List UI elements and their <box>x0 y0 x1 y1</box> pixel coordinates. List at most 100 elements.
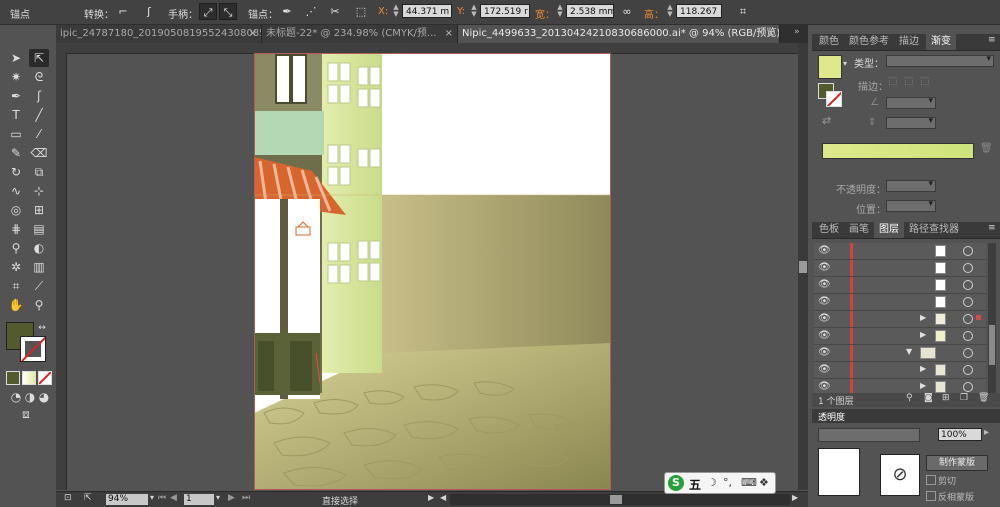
visibility-eye-icon[interactable]: 👁 <box>818 313 831 324</box>
perspective-grid-icon[interactable]: ⊞ <box>29 201 49 219</box>
line-tool-icon[interactable]: ╱ <box>29 106 49 124</box>
layer-row[interactable]: 👁 ▶ <box>814 328 986 345</box>
make-mask-button[interactable]: 制作蒙版 <box>926 455 988 471</box>
rectangle-tool-icon[interactable]: ▭ <box>6 125 26 143</box>
horizontal-scrollbar[interactable] <box>450 494 790 505</box>
width-field[interactable]: 2.538 mm <box>566 4 614 18</box>
canvas-vertical-scrollbar[interactable] <box>798 43 808 490</box>
target-icon[interactable] <box>963 331 973 341</box>
last-artboard-icon[interactable]: ⏭ <box>242 493 250 503</box>
x-stepper-icon[interactable]: ▲ ▼ <box>392 4 400 18</box>
tab-document-2[interactable]: 未标题-22* @ 234.98% (CMYK/预... × <box>262 25 458 43</box>
status-menu-icon[interactable]: ▶ <box>428 493 434 502</box>
hscroll-thumb[interactable] <box>610 495 622 504</box>
new-sublayer-icon[interactable]: ⊞ <box>942 393 950 403</box>
new-layer-icon[interactable]: ❐ <box>960 393 968 403</box>
layer-row[interactable]: 👁 ▶ <box>814 311 986 328</box>
transform-icon[interactable]: ⌗ <box>734 3 752 20</box>
zoom-tool-icon[interactable]: ⚲ <box>29 296 49 314</box>
target-icon[interactable] <box>963 297 973 307</box>
tab-close-icon[interactable]: × <box>445 25 453 43</box>
opacity-dropdown[interactable] <box>886 179 936 192</box>
warp-tool-icon[interactable]: ∿ <box>6 182 26 200</box>
visibility-eye-icon[interactable]: 👁 <box>818 262 831 273</box>
tab-transparency[interactable]: 透明度 <box>818 410 845 423</box>
tab-pathfinder[interactable]: 路径查找器 <box>904 222 964 238</box>
artboard[interactable] <box>254 53 611 490</box>
width-stepper-icon[interactable]: ▲ ▼ <box>556 4 564 18</box>
blend-tool-icon[interactable]: ◐ <box>29 239 49 257</box>
collapse-arrow-icon[interactable]: ▼ <box>906 347 912 356</box>
expand-arrow-icon[interactable]: ▶ <box>920 330 926 339</box>
hide-handles-icon[interactable]: ⤡ <box>219 3 237 20</box>
opacity-field[interactable]: 100% <box>938 428 982 441</box>
hscroll-left-icon[interactable]: ◀ <box>440 493 446 502</box>
visibility-eye-icon[interactable]: 👁 <box>818 347 831 358</box>
gradient-preview-swatch[interactable] <box>818 55 842 79</box>
tab-close-icon[interactable]: × <box>767 25 775 43</box>
angle-dropdown[interactable] <box>886 96 936 109</box>
link-proportions-icon[interactable]: ∞ <box>618 3 636 20</box>
cut-path-icon[interactable]: ✂ <box>326 3 344 20</box>
mesh-tool-icon[interactable]: ⋕ <box>6 220 26 238</box>
scale-tool-icon[interactable]: ⧉ <box>29 163 49 181</box>
layers-menu-icon[interactable]: ≡ <box>988 223 996 233</box>
layer-row[interactable]: 👁 ▼ <box>814 345 986 362</box>
visibility-eye-icon[interactable]: 👁 <box>818 245 831 256</box>
stroke-along-icon[interactable]: ⬚ <box>904 76 913 87</box>
tab-stroke[interactable]: 描边 <box>894 34 924 50</box>
artboard-number-field[interactable]: 1 <box>184 494 214 505</box>
show-handles-icon[interactable]: ⤢ <box>199 3 217 20</box>
first-artboard-icon[interactable]: ⏮ <box>158 493 166 503</box>
make-clipping-mask-icon[interactable]: ◙ <box>924 393 933 403</box>
free-transform-icon[interactable]: ⊹ <box>29 182 49 200</box>
position-dropdown[interactable] <box>886 199 936 212</box>
remove-anchor-icon[interactable]: ✒ <box>278 3 296 20</box>
isolate-icon[interactable]: ⬚ <box>352 3 370 20</box>
ime-skin-icon[interactable]: ❖ <box>759 476 769 489</box>
slice-tool-icon[interactable]: ⟋ <box>29 277 49 295</box>
gradient-slider[interactable] <box>822 143 974 159</box>
tab-color-guide[interactable]: 颜色参考 <box>844 34 894 50</box>
layer-row[interactable]: 👁 <box>814 260 986 277</box>
target-icon[interactable] <box>963 382 973 392</box>
hand-tool-icon[interactable]: ✋ <box>6 296 26 314</box>
tab-color[interactable]: 颜色 <box>814 34 844 50</box>
draw-inside-icon[interactable]: ◕ <box>34 388 54 406</box>
tab-document-1[interactable]: ipic_24787180_20190508195524308085.ai* × <box>56 25 262 43</box>
aspect-dropdown[interactable] <box>886 116 936 129</box>
ime-punct-icon[interactable]: °, <box>723 476 732 489</box>
vscroll-thumb[interactable] <box>799 261 807 273</box>
lasso-icon[interactable]: ᘓ <box>29 68 49 86</box>
target-icon[interactable] <box>963 365 973 375</box>
delete-stop-icon[interactable]: 🗑 <box>980 143 993 154</box>
reverse-gradient-icon[interactable]: ⇄ <box>822 114 831 127</box>
height-field[interactable]: 118.267 r <box>676 4 722 18</box>
visibility-eye-icon[interactable]: 👁 <box>818 364 831 375</box>
shape-builder-icon[interactable]: ◎ <box>6 201 26 219</box>
visibility-eye-icon[interactable]: 👁 <box>818 279 831 290</box>
expand-arrow-icon[interactable]: ▶ <box>920 313 926 322</box>
selection-tool-icon[interactable]: ➤ <box>6 49 26 67</box>
locate-object-icon[interactable]: ⚲ <box>906 393 913 403</box>
target-icon[interactable] <box>963 263 973 273</box>
export-icon[interactable]: ⇱ <box>84 493 92 503</box>
connect-anchor-icon[interactable]: ⋰ <box>302 3 320 20</box>
none-mode-icon[interactable] <box>38 371 52 385</box>
ime-mode-label[interactable]: 五 <box>689 476 701 493</box>
tabs-overflow-icon[interactable]: » <box>794 27 800 37</box>
rotate-tool-icon[interactable]: ↻ <box>6 163 26 181</box>
tab-swatches[interactable]: 色板 <box>814 222 844 238</box>
tab-layers[interactable]: 图层 <box>874 222 904 238</box>
tab-document-3[interactable]: Nipic_4499633_20130424210830686000.ai* @… <box>458 25 780 43</box>
expand-arrow-icon[interactable]: ▶ <box>920 364 926 373</box>
zoom-field[interactable]: 94% <box>106 494 148 505</box>
stroke-swatch[interactable] <box>20 336 46 362</box>
convert-corner-icon[interactable]: ⌐ <box>114 3 132 20</box>
delete-layer-icon[interactable]: 🗑 <box>978 393 989 403</box>
layer-row[interactable]: 👁 <box>814 243 986 260</box>
color-mode-icon[interactable] <box>6 371 20 385</box>
gradient-type-dropdown[interactable] <box>886 54 994 67</box>
artboard-tool-icon[interactable]: ⌗ <box>6 277 26 295</box>
target-icon[interactable] <box>963 348 973 358</box>
